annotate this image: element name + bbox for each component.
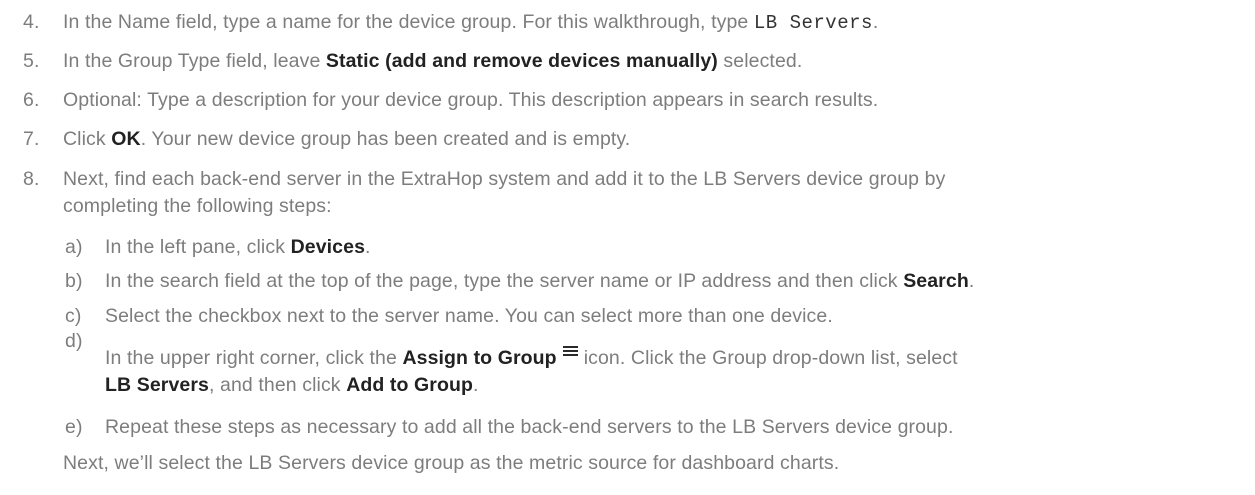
step-number: 6. <box>23 89 40 111</box>
step-text: Optional: Type a description for your de… <box>63 86 878 114</box>
bold-term: Search <box>903 270 969 292</box>
step-number: 5. <box>23 50 40 72</box>
substep-label: e) <box>65 416 83 438</box>
text-segment: . <box>968 270 975 292</box>
text-segment: Select the checkbox next to the server n… <box>105 305 833 327</box>
substep-text: Select the checkbox next to the server n… <box>105 302 833 330</box>
substep-label: c) <box>65 305 82 327</box>
substep-d-line-1: In the upper right corner, click the Ass… <box>105 344 958 372</box>
text-segment: , and then click <box>208 374 347 396</box>
inline-code: LB Servers <box>753 12 873 34</box>
text-segment: . Your new device group has been created… <box>140 128 631 150</box>
step-text: Click OK. Your new device group has been… <box>63 125 630 153</box>
step-number: 4. <box>23 11 40 33</box>
bold-term: OK <box>111 128 141 150</box>
text-segment: Click <box>63 128 112 150</box>
step-text: In the Group Type field, leave Static (a… <box>63 47 802 75</box>
bold-term: LB Servers <box>105 374 209 396</box>
substep-text: In the search field at the top of the pa… <box>105 267 974 295</box>
assign-to-group-icon <box>562 346 578 358</box>
substep-label: b) <box>65 270 83 292</box>
text-segment: . <box>872 11 879 33</box>
closing-paragraph: Next, we’ll select the LB Servers device… <box>63 452 840 474</box>
text-segment: Repeat these steps as necessary to add a… <box>105 416 954 438</box>
bold-term: Static (add and remove devices manually) <box>325 50 718 72</box>
text-segment: In the Group Type field, leave <box>63 50 326 72</box>
step-number: 8. <box>23 168 40 190</box>
text-segment: selected. <box>717 50 803 72</box>
text-segment: In the left pane, click <box>105 236 291 258</box>
step-8-continuation: completing the following steps: <box>63 195 332 217</box>
step-text: In the Name field, type a name for the d… <box>63 8 878 37</box>
step-text-line-1: Next, find each back-end server in the E… <box>63 168 946 190</box>
text-segment: icon. Click the Group drop-down list, se… <box>583 347 958 369</box>
text-segment: In the Name field, type a name for the d… <box>63 11 754 33</box>
text-segment: In the upper right corner, click the <box>105 347 403 369</box>
text-segment: . <box>473 374 479 396</box>
bold-term: Add to Group <box>346 374 474 396</box>
text-segment: Optional: Type a description for your de… <box>63 89 879 111</box>
text-segment: . <box>365 236 371 258</box>
substep-text: Repeat these steps as necessary to add a… <box>105 413 953 441</box>
bold-term: Devices <box>290 236 366 258</box>
substep-d-line-2: LB Servers, and then click Add to Group. <box>105 371 479 399</box>
substep-label: d) <box>65 330 83 352</box>
text-segment: In the search field at the top of the pa… <box>105 270 904 292</box>
step-number: 7. <box>23 128 40 150</box>
substep-text: In the left pane, click Devices. <box>105 233 371 261</box>
bold-term: Assign to Group <box>402 347 557 369</box>
substep-label: a) <box>65 236 83 258</box>
